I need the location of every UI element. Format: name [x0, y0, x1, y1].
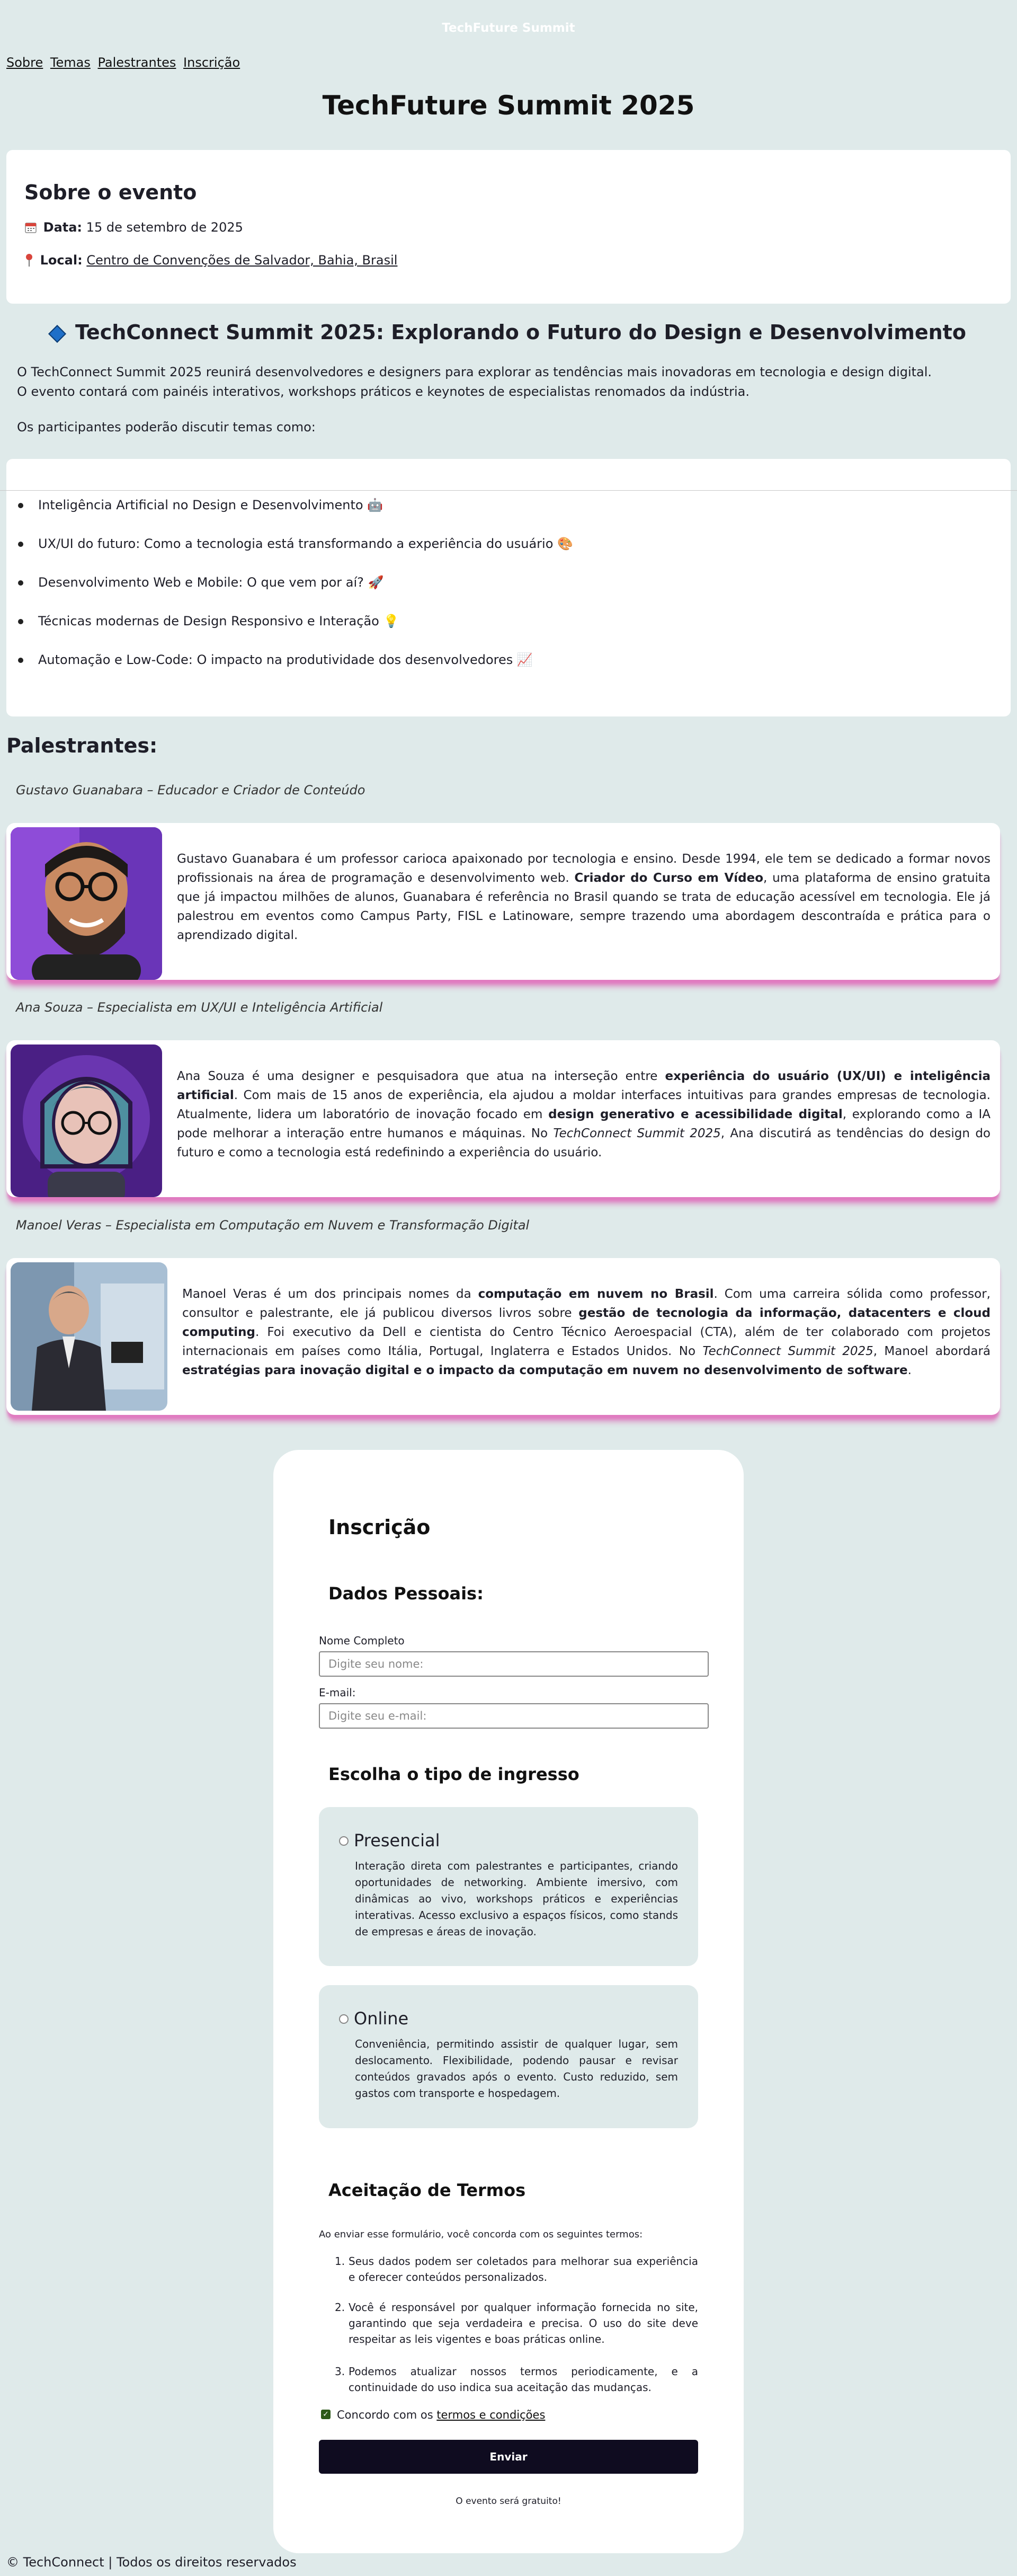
summit-intro-2: O evento contará com painéis interativos…: [17, 384, 750, 399]
nav-link-temas[interactable]: Temas: [50, 55, 91, 70]
terms-link[interactable]: termos e condições: [436, 2409, 545, 2421]
name-input[interactable]: [319, 1651, 709, 1677]
option-title: Online: [354, 2008, 409, 2029]
speaker-bio: Gustavo Guanabara é um professor carioca…: [177, 852, 991, 942]
chart-icon: 📈: [516, 652, 533, 667]
speaker-card: Manoel Veras é um dos principais nomes d…: [6, 1258, 1000, 1415]
about-location: Local: Centro de Convenções de Salvador,…: [24, 253, 993, 268]
topics-list: Inteligência Artificial no Design e Dese…: [18, 496, 573, 689]
date-label: Data:: [43, 220, 83, 235]
date-value: 15 de setembro de 2025: [86, 220, 243, 235]
submit-button[interactable]: Enviar: [319, 2440, 698, 2474]
personal-data-heading: Dados Pessoais:: [328, 1583, 484, 1604]
nav-link-palestrantes[interactable]: Palestrantes: [97, 55, 176, 70]
topic-item: Desenvolvimento Web e Mobile: O que vem …: [18, 573, 573, 612]
location-link[interactable]: Centro de Convenções de Salvador, Bahia,…: [86, 253, 397, 268]
speaker-photo: [11, 1262, 167, 1411]
agree-label: Concordo com os termos e condições: [337, 2409, 546, 2421]
topics-divider: [0, 490, 1017, 491]
ticket-option-online[interactable]: Online Conveniência, permitindo assistir…: [319, 1985, 698, 2128]
ticket-option-presencial[interactable]: Presencial Interação direta com palestra…: [319, 1807, 698, 1966]
summit-title-row: TechConnect Summit 2025: Explorando o Fu…: [0, 321, 1017, 344]
palette-icon: 🎨: [557, 536, 573, 551]
footer: © TechConnect | Todos os direitos reserv…: [6, 2555, 297, 2570]
option-desc: Conveniência, permitindo assistir de qua…: [355, 2038, 678, 2100]
nav-link-sobre[interactable]: Sobre: [6, 55, 43, 70]
about-date: Data: 15 de setembro de 2025: [24, 220, 993, 235]
option-desc: Interação direta com palestrantes e part…: [355, 1860, 678, 1938]
topic-item: UX/UI do futuro: Como a tecnologia está …: [18, 535, 573, 573]
terms-intro: Ao enviar esse formulário, você concorda…: [319, 2229, 643, 2240]
topics-intro: Os participantes poderão discutir temas …: [17, 420, 316, 435]
about-card: Sobre o evento Data: 15 de setembro de 2…: [6, 150, 1011, 304]
topic-item: Inteligência Artificial no Design e Dese…: [18, 496, 573, 535]
page-title: TechFuture Summit 2025: [322, 90, 695, 121]
topic-item: Técnicas modernas de Design Responsivo e…: [18, 612, 573, 651]
summit-intro-1: O TechConnect Summit 2025 reunirá desenv…: [17, 365, 932, 379]
speaker-title: Ana Souza – Especialista em UX/UI e Inte…: [16, 1000, 383, 1015]
form-title: Inscrição: [328, 1516, 431, 1539]
nav-link-inscricao[interactable]: Inscrição: [183, 55, 240, 70]
main-nav: Sobre Temas Palestrantes Inscrição: [6, 55, 243, 70]
email-input[interactable]: [319, 1703, 709, 1729]
ticket-heading: Escolha o tipo de ingresso: [328, 1764, 579, 1784]
pin-icon: [26, 254, 32, 267]
summit-intro: O TechConnect Summit 2025 reunirá desenv…: [17, 362, 1002, 402]
terms-heading: Aceitação de Termos: [328, 2180, 526, 2200]
location-label: Local:: [40, 253, 83, 268]
rocket-icon: 🚀: [368, 575, 384, 590]
about-title: Sobre o evento: [24, 181, 197, 204]
name-label: Nome Completo: [319, 1634, 405, 1647]
lightbulb-icon: 💡: [383, 614, 399, 628]
speaker-photo: [11, 827, 162, 980]
site-title: TechFuture Summit: [442, 21, 575, 35]
speaker-title: Manoel Veras – Especialista em Computaçã…: [16, 1218, 530, 1233]
speaker-photo: [11, 1044, 162, 1197]
blue-diamond-icon: [48, 324, 67, 343]
radio-presencial[interactable]: [339, 1836, 349, 1846]
topic-item: Automação e Low-Code: O impacto na produ…: [18, 651, 573, 689]
summit-title: TechConnect Summit 2025: Explorando o Fu…: [75, 321, 966, 344]
radio-online[interactable]: [339, 2014, 349, 2024]
speaker-bio: Manoel Veras é um dos principais nomes d…: [182, 1287, 991, 1377]
speaker-card: Ana Souza é uma designer e pesquisadora …: [6, 1040, 1000, 1197]
speaker-bio: Ana Souza é uma designer e pesquisadora …: [177, 1069, 991, 1159]
terms-checkbox[interactable]: ✓: [321, 2410, 331, 2419]
calendar-icon: [25, 223, 37, 233]
email-label: E-mail:: [319, 1686, 356, 1699]
robot-icon: 🤖: [367, 498, 383, 512]
speaker-card: Gustavo Guanabara é um professor carioca…: [6, 823, 1000, 980]
speaker-title: Gustavo Guanabara – Educador e Criador d…: [16, 783, 365, 798]
option-title: Presencial: [354, 1830, 440, 1851]
free-event-note: O evento será gratuito!: [456, 2496, 561, 2507]
speakers-heading: Palestrantes:: [6, 734, 158, 757]
